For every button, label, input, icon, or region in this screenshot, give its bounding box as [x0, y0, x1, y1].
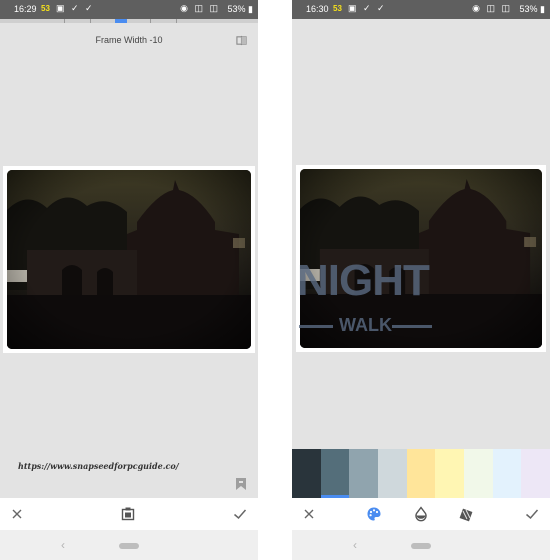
- check-icon[interactable]: [232, 506, 248, 522]
- color-swatches: [292, 449, 550, 498]
- color-swatch[interactable]: [349, 449, 379, 498]
- battery-level: 53% ▮: [519, 4, 545, 14]
- bookmark-icon[interactable]: [236, 478, 246, 490]
- color-swatch[interactable]: [378, 449, 407, 498]
- signal-icons: ◉ ◫ ◫: [472, 3, 512, 13]
- status-bar: 16:30 53 ▣ ✓ ✓ ◉ ◫ ◫ 53% ▮: [292, 0, 550, 19]
- overlay-line-1: NIGHT: [297, 256, 430, 305]
- text-overlay[interactable]: NIGHT WALK: [297, 255, 442, 339]
- overlay-line-2: WALK: [339, 315, 392, 335]
- watermark-url: https://www.snapseedforpcguide.co/: [18, 461, 179, 471]
- palette-icon[interactable]: [366, 506, 382, 522]
- status-badge: 53: [41, 4, 50, 13]
- battery-level: 53% ▮: [227, 4, 253, 14]
- notification-icons: ▣ ✓ ✓: [56, 3, 95, 13]
- status-time: 16:30: [306, 4, 329, 14]
- night-photo: [7, 170, 251, 349]
- back-icon[interactable]: ‹: [353, 538, 357, 552]
- photo-frame: [3, 166, 255, 353]
- opacity-icon[interactable]: [413, 506, 429, 522]
- color-swatch[interactable]: [521, 449, 550, 498]
- styles-icon[interactable]: [120, 506, 136, 522]
- system-nav-bar: ‹: [292, 530, 550, 560]
- color-swatch[interactable]: [435, 449, 465, 498]
- status-badge: 53: [333, 4, 342, 13]
- home-pill[interactable]: [119, 543, 139, 549]
- action-bar: [292, 498, 550, 530]
- color-swatch[interactable]: [492, 449, 522, 498]
- slider-indicator[interactable]: [115, 19, 127, 23]
- check-icon[interactable]: [524, 506, 540, 522]
- back-icon[interactable]: ‹: [61, 538, 65, 552]
- notification-icons: ▣ ✓ ✓: [348, 3, 387, 13]
- system-nav-bar: ‹: [0, 530, 258, 560]
- compare-icon[interactable]: [236, 35, 247, 46]
- color-swatch[interactable]: [406, 449, 436, 498]
- left-screen: 16:29 53 ▣ ✓ ✓ ◉ ◫ ◫ 53% ▮ Frame Width -…: [0, 0, 258, 560]
- close-icon[interactable]: [9, 506, 25, 522]
- texture-icon[interactable]: [458, 506, 474, 522]
- home-pill[interactable]: [411, 543, 431, 549]
- status-bar: 16:29 53 ▣ ✓ ✓ ◉ ◫ ◫ 53% ▮: [0, 0, 258, 19]
- overlay-rule-right: [392, 325, 432, 328]
- close-icon[interactable]: [301, 506, 317, 522]
- color-swatch[interactable]: [320, 449, 350, 498]
- color-swatch[interactable]: [292, 449, 321, 498]
- width-slider[interactable]: [0, 19, 258, 23]
- action-bar: [0, 498, 258, 530]
- color-swatch[interactable]: [464, 449, 493, 498]
- status-time: 16:29: [14, 4, 37, 14]
- signal-icons: ◉ ◫ ◫: [180, 3, 220, 13]
- frame-width-label: Frame Width -10: [95, 35, 163, 45]
- overlay-rule-left: [299, 325, 333, 328]
